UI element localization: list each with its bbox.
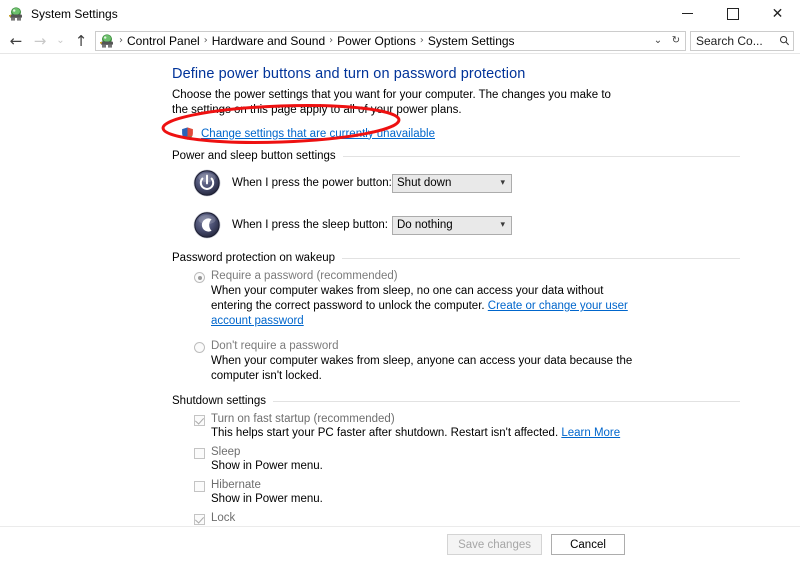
address-bar-actions: ⌄ ↻	[649, 32, 685, 50]
power-and-sleep-section: Power and sleep button settings	[172, 150, 740, 240]
close-icon: ✕	[772, 7, 784, 21]
breadcrumb-item-hardware-and-sound[interactable]: Hardware and Sound	[209, 33, 328, 49]
lock-checkbox[interactable]	[194, 514, 205, 525]
no-password-label: Don't require a password	[211, 340, 338, 352]
close-button[interactable]: ✕	[755, 0, 800, 27]
shutdown-section-header: Shutdown settings	[172, 395, 740, 407]
footer-bar: Save changes Cancel	[0, 526, 800, 562]
power-button-caption: When I press the power button:	[232, 177, 392, 189]
sleep-button-action-select[interactable]: Do nothing	[392, 216, 512, 235]
sleep-label: Sleep	[211, 446, 240, 458]
breadcrumb: › Control Panel › Hardware and Sound › P…	[118, 33, 649, 49]
require-password-option[interactable]: Require a password (recommended) When yo…	[172, 270, 740, 329]
require-password-label: Require a password (recommended)	[211, 270, 398, 282]
title-bar: System Settings ✕	[0, 0, 800, 28]
search-icon	[775, 35, 793, 46]
fast-startup-label: Turn on fast startup (recommended)	[211, 413, 395, 425]
sleep-checkbox[interactable]	[194, 448, 205, 459]
address-bar[interactable]: › Control Panel › Hardware and Sound › P…	[95, 31, 686, 51]
breadcrumb-item-control-panel[interactable]: Control Panel	[124, 33, 203, 49]
minimize-icon	[682, 13, 693, 14]
maximize-icon	[727, 8, 739, 20]
section-divider	[342, 258, 740, 259]
sleep-button-row: When I press the sleep button: Do nothin…	[192, 210, 740, 240]
fast-startup-checkbox[interactable]	[194, 415, 205, 426]
recent-locations-button[interactable]: ⌄	[52, 29, 69, 53]
power-section-header: Power and sleep button settings	[172, 150, 740, 162]
password-section-header: Password protection on wakeup	[172, 252, 740, 264]
up-button[interactable]: ↑	[69, 29, 93, 53]
back-button[interactable]: ←	[4, 29, 28, 53]
sleep-description: Show in Power menu.	[211, 460, 740, 472]
shutdown-settings-section: Shutdown settings Turn on fast startup (…	[172, 395, 740, 526]
fast-startup-description-text: This helps start your PC faster after sh…	[211, 427, 558, 439]
power-section-title: Power and sleep button settings	[172, 150, 343, 162]
shield-icon	[180, 126, 195, 141]
lock-label: Lock	[211, 512, 235, 524]
chevron-down-icon[interactable]: ⌄	[649, 32, 667, 50]
page-description: Choose the power settings that you want …	[172, 88, 622, 118]
no-password-option[interactable]: Don't require a password When your compu…	[172, 340, 740, 384]
password-section-title: Password protection on wakeup	[172, 252, 342, 264]
search-input[interactable]: Search Co...	[691, 34, 775, 48]
address-system-settings-icon	[99, 33, 115, 49]
sleep-row[interactable]: Sleep Show in Power menu.	[194, 446, 740, 472]
system-settings-icon	[8, 6, 24, 22]
navigation-bar: ← → ⌄ ↑ › Control Panel › Hardware and S…	[0, 28, 800, 54]
window-controls: ✕	[665, 0, 800, 27]
maximize-button[interactable]	[710, 0, 755, 27]
sleep-button-icon	[192, 210, 222, 240]
hibernate-row[interactable]: Hibernate Show in Power menu.	[194, 479, 740, 505]
no-password-description: When your computer wakes from sleep, any…	[211, 354, 641, 384]
search-box[interactable]: Search Co...	[690, 31, 794, 51]
page-title: Define power buttons and turn on passwor…	[172, 66, 740, 82]
power-button-row: When I press the power button: Shut down…	[192, 168, 740, 198]
window-title: System Settings	[31, 7, 118, 21]
learn-more-link[interactable]: Learn More	[561, 427, 620, 439]
minimize-button[interactable]	[665, 0, 710, 27]
shutdown-section-title: Shutdown settings	[172, 395, 273, 407]
hibernate-checkbox[interactable]	[194, 481, 205, 492]
hibernate-label: Hibernate	[211, 479, 261, 491]
no-password-radio[interactable]	[194, 342, 205, 353]
breadcrumb-item-power-options[interactable]: Power Options	[334, 33, 419, 49]
hibernate-description: Show in Power menu.	[211, 493, 740, 505]
password-protection-section: Password protection on wakeup Require a …	[172, 252, 740, 384]
breadcrumb-item-system-settings[interactable]: System Settings	[425, 33, 518, 49]
fast-startup-description: This helps start your PC faster after sh…	[211, 427, 740, 439]
power-button-action-select[interactable]: Shut down	[392, 174, 512, 193]
require-password-radio[interactable]	[194, 272, 205, 283]
power-button-icon	[192, 168, 222, 198]
cancel-button[interactable]: Cancel	[551, 534, 625, 555]
save-changes-button[interactable]: Save changes	[447, 534, 542, 555]
require-password-description: When your computer wakes from sleep, no …	[211, 284, 641, 329]
section-divider	[273, 401, 740, 402]
refresh-icon[interactable]: ↻	[667, 32, 685, 50]
forward-button[interactable]: →	[28, 29, 52, 53]
fast-startup-row[interactable]: Turn on fast startup (recommended) This …	[194, 413, 740, 439]
lock-row[interactable]: Lock Show in account picture menu.	[194, 512, 740, 526]
uac-link-row: Change settings that are currently unava…	[180, 126, 740, 141]
content-area: Define power buttons and turn on passwor…	[0, 54, 800, 526]
section-divider	[343, 156, 740, 157]
change-settings-link[interactable]: Change settings that are currently unava…	[201, 128, 435, 140]
sleep-button-caption: When I press the sleep button:	[232, 219, 392, 231]
